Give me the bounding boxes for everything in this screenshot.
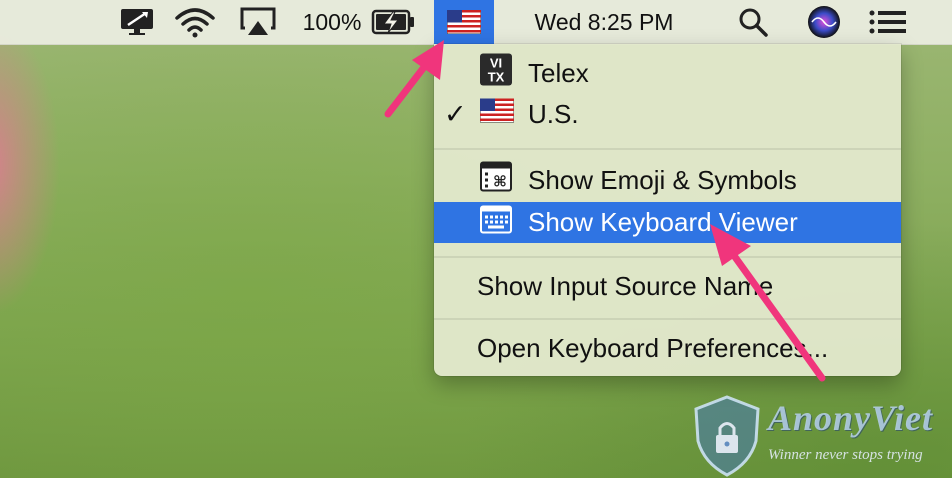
watermark-name: AnonyViet <box>768 398 934 438</box>
arrow-to-keyboard-viewer-icon <box>710 224 826 382</box>
watermark-tagline: Winner never stops trying <box>768 447 923 463</box>
arrow-to-flag-icon <box>384 40 444 118</box>
shield-lock-icon <box>694 395 760 477</box>
watermark: AnonyViet Winner never stops trying <box>686 393 952 478</box>
